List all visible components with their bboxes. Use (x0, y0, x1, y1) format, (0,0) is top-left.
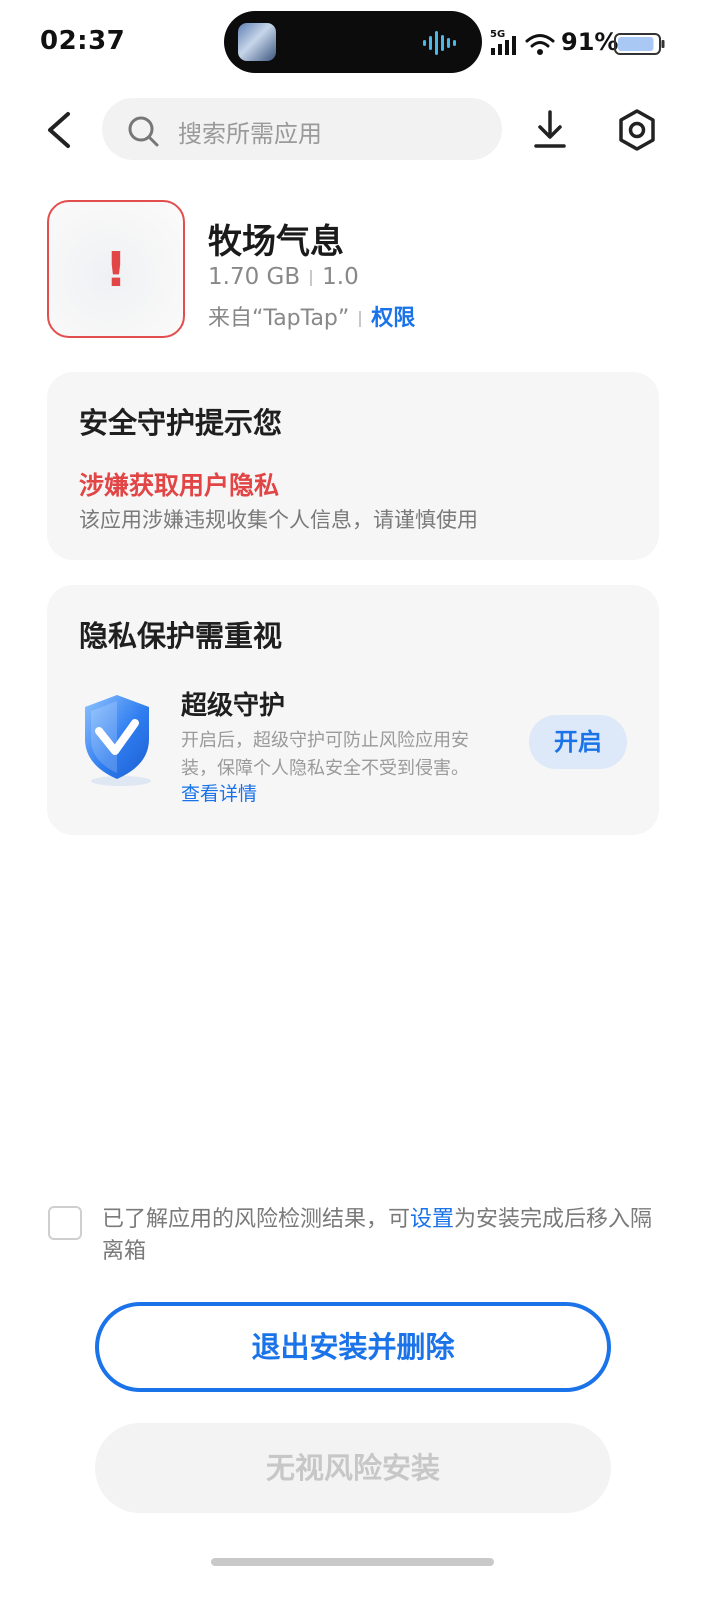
search-placeholder: 搜索所需应用 (178, 120, 322, 148)
battery-percent: 91% (561, 28, 619, 56)
acknowledge-text-before: 已了解应用的风险检测结果，可 (102, 1207, 411, 1232)
super-guard-title: 超级守护 (181, 691, 286, 721)
battery-icon (614, 33, 665, 55)
app-version: 1.0 (322, 264, 359, 290)
app-icon-warning-frame: ! (47, 200, 185, 338)
divider (310, 269, 313, 286)
signal-icon (491, 36, 516, 55)
app-size: 1.70 GB (208, 264, 301, 290)
app-source-row: 来自“TapTap” 权限 (208, 300, 415, 332)
security-warning-card: 安全守护提示您 涉嫌获取用户隐私 该应用涉嫌违规收集个人信息，请谨慎使用 (47, 372, 659, 560)
shield-icon (85, 695, 151, 786)
exit-and-delete-button[interactable]: 退出安装并删除 (95, 1302, 611, 1392)
divider (359, 311, 362, 327)
risk-description: 该应用涉嫌违规收集个人信息，请谨慎使用 (79, 508, 478, 532)
warning-exclamation-icon: ! (105, 242, 127, 298)
wifi-icon (525, 34, 555, 55)
risk-title: 涉嫌获取用户隐私 (79, 471, 280, 500)
permissions-link[interactable]: 权限 (371, 306, 415, 331)
super-guard-description: 开启后，超级守护可防止风险应用安装，保障个人隐私安全不受到侵害。 (181, 730, 469, 779)
acknowledge-text: 已了解应用的风险检测结果，可设置为安装完成后移入隔离箱 (102, 1204, 662, 1268)
app-meta: 1.70 GB 1.0 (208, 264, 359, 290)
status-time: 02:37 (40, 26, 126, 56)
home-indicator[interactable] (211, 1558, 494, 1566)
download-icon[interactable] (528, 106, 572, 154)
security-card-title: 安全守护提示您 (79, 406, 283, 440)
privacy-protection-card: 隐私保护需重视 超级守护 开启后，超级守护可防止风险应用安装，保障个人隐私安全不… (47, 585, 659, 835)
ignore-risk-install-button[interactable]: 无视风险安装 (95, 1423, 611, 1513)
island-app-icon (238, 23, 276, 61)
app-source: 来自“TapTap” (208, 306, 350, 331)
privacy-card-title: 隐私保护需重视 (79, 619, 283, 653)
app-name: 牧场气息 (208, 222, 344, 262)
acknowledge-checkbox[interactable] (48, 1206, 82, 1240)
enable-guard-button[interactable]: 开启 (529, 715, 627, 769)
settings-link[interactable]: 设置 (410, 1207, 454, 1232)
settings-hexagon-icon[interactable] (614, 106, 660, 154)
audio-wave-icon (423, 31, 456, 55)
search-icon (128, 116, 159, 147)
back-button[interactable] (38, 106, 82, 154)
dynamic-island[interactable] (224, 11, 482, 73)
search-input[interactable]: 搜索所需应用 (102, 98, 502, 160)
view-details-link[interactable]: 查看详情 (181, 779, 257, 806)
